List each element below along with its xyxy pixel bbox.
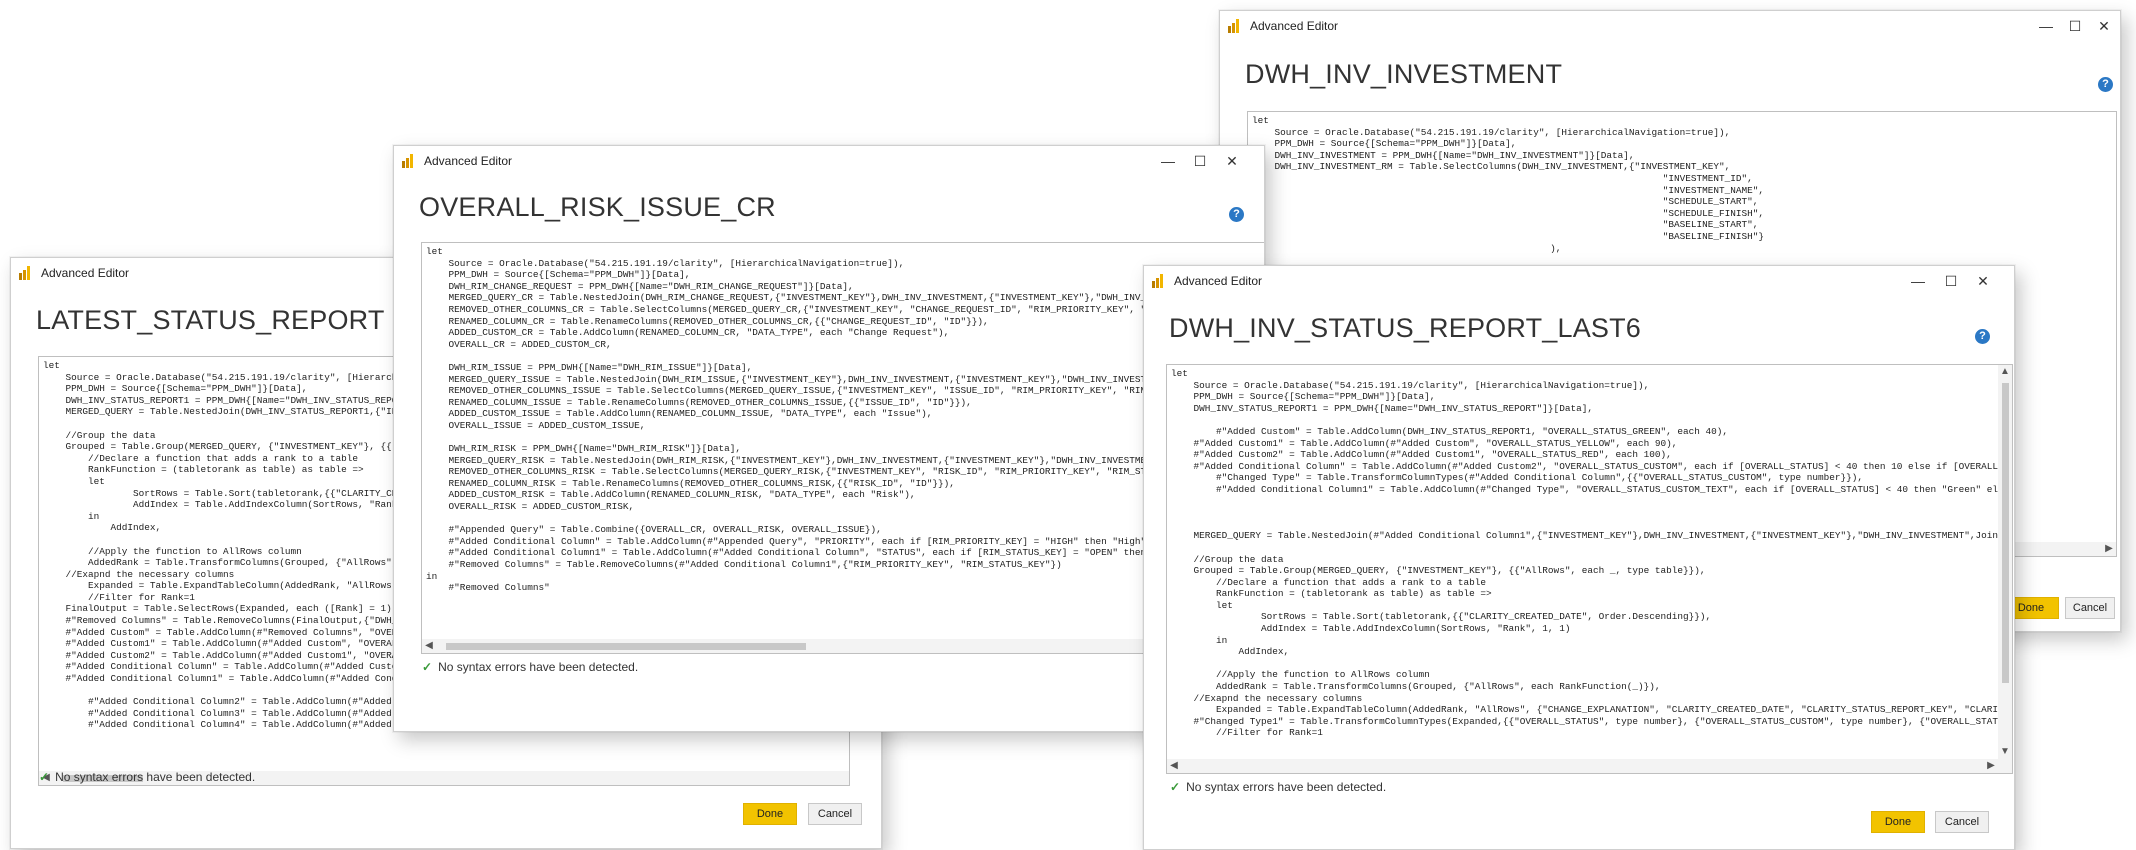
window-title: Advanced Editor: [41, 266, 130, 280]
title-bar: Advanced Editor — ☐ ✕: [1220, 11, 2120, 41]
syntax-status-text: No syntax errors have been detected.: [55, 770, 256, 784]
close-button[interactable]: ✕: [1218, 151, 1246, 171]
help-icon[interactable]: ?: [1975, 329, 1990, 344]
power-bi-icon: [19, 266, 33, 280]
cancel-button[interactable]: Cancel: [2065, 597, 2115, 619]
window-title: Advanced Editor: [1250, 19, 1339, 33]
query-code[interactable]: let Source = Oracle.Database("54.215.191…: [426, 246, 1253, 639]
title-bar: Advanced Editor — ☐ ✕: [394, 146, 1264, 176]
window-title: Advanced Editor: [1174, 274, 1263, 288]
scroll-right-arrow-icon[interactable]: ▶: [2102, 542, 2116, 556]
minimize-button[interactable]: —: [2032, 16, 2060, 36]
scroll-left-arrow-icon[interactable]: ◀: [422, 639, 436, 653]
query-code[interactable]: let Source = Oracle.Database("54.215.191…: [1171, 368, 1998, 759]
close-button[interactable]: ✕: [2090, 16, 2118, 36]
syntax-status-text: No syntax errors have been detected.: [438, 660, 639, 674]
minimize-button[interactable]: —: [1904, 271, 1932, 291]
scrollbar-thumb[interactable]: [446, 643, 806, 650]
query-name-heading: DWH_INV_INVESTMENT: [1245, 59, 1563, 89]
check-icon: ✓: [1170, 780, 1181, 794]
help-icon[interactable]: ?: [1229, 207, 1244, 222]
scroll-right-arrow-icon[interactable]: ▶: [1984, 759, 1998, 773]
scroll-left-arrow-icon[interactable]: ◀: [1167, 759, 1181, 773]
code-editor[interactable]: let Source = Oracle.Database("54.215.191…: [421, 242, 1264, 654]
syntax-status: ✓ No syntax errors have been detected.: [39, 770, 255, 784]
query-name-heading: DWH_INV_STATUS_REPORT_LAST6: [1169, 313, 1642, 343]
query-name-heading: OVERALL_RISK_ISSUE_CR: [419, 192, 776, 222]
close-button[interactable]: ✕: [1969, 271, 1997, 291]
done-button[interactable]: Done: [743, 803, 797, 825]
power-bi-icon: [1228, 19, 1242, 33]
help-icon[interactable]: ?: [2098, 77, 2113, 92]
syntax-status: ✓ No syntax errors have been detected.: [1170, 780, 1386, 794]
done-button[interactable]: Done: [1871, 811, 1925, 833]
check-icon: ✓: [39, 770, 50, 784]
advanced-editor-window-overall-risk-issue-cr: Advanced Editor — ☐ ✕ OVERALL_RISK_ISSUE…: [393, 145, 1265, 732]
cancel-button[interactable]: Cancel: [1935, 811, 1989, 833]
minimize-button[interactable]: —: [1154, 151, 1182, 171]
power-bi-icon: [402, 154, 416, 168]
syntax-status: ✓ No syntax errors have been detected.: [422, 660, 638, 674]
power-bi-icon: [1152, 274, 1166, 288]
advanced-editor-window-status-report-last6: Advanced Editor — ☐ ✕ DWH_INV_STATUS_REP…: [1143, 265, 2015, 850]
maximize-button[interactable]: ☐: [1186, 151, 1214, 171]
maximize-button[interactable]: ☐: [1937, 271, 1965, 291]
scroll-down-arrow-icon[interactable]: ▼: [1998, 745, 2012, 759]
title-bar: Advanced Editor — ☐ ✕: [1144, 266, 2014, 296]
cancel-button[interactable]: Cancel: [808, 803, 862, 825]
scroll-up-arrow-icon[interactable]: ▲: [1998, 365, 2012, 379]
maximize-button[interactable]: ☐: [2061, 16, 2089, 36]
window-title: Advanced Editor: [424, 154, 513, 168]
horizontal-scrollbar[interactable]: ◀ ▶: [1167, 759, 2012, 773]
code-editor[interactable]: let Source = Oracle.Database("54.215.191…: [1166, 364, 2013, 774]
syntax-status-text: No syntax errors have been detected.: [1186, 780, 1387, 794]
query-name-heading: LATEST_STATUS_REPORT: [36, 305, 385, 335]
vertical-scrollbar[interactable]: ▲ ▼: [1998, 365, 2012, 759]
scrollbar-thumb[interactable]: [2002, 383, 2009, 683]
horizontal-scrollbar[interactable]: ◀: [422, 639, 1264, 653]
check-icon: ✓: [422, 660, 433, 674]
